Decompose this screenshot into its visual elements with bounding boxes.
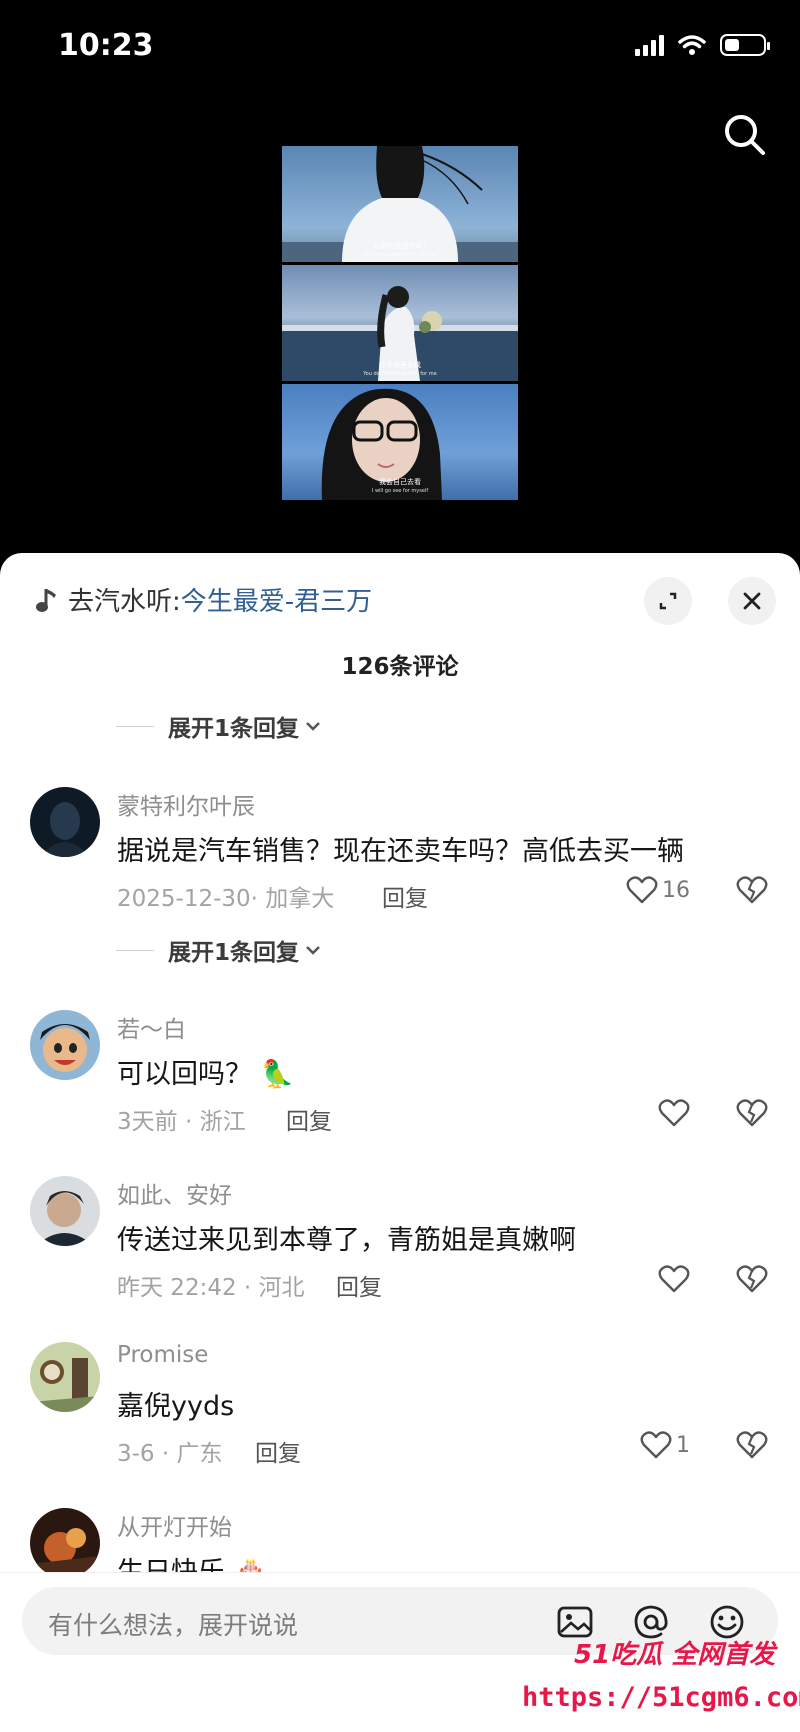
comment-text: 据说是汽车销售？现在还卖车吗？高低去买一辆 [117,836,684,867]
comment-username[interactable]: 蒙特利尔叶辰 [117,787,255,821]
comment-meta: 3-6 · 广东 [117,1441,223,1467]
broken-heart-icon [736,876,768,904]
broken-heart-icon [736,1099,768,1127]
subtitle-3: 我会自己去看 I will go see for myself [371,478,429,494]
expand-replies-button[interactable]: 展开1条回复 [116,709,321,743]
like-button[interactable]: 16 [626,875,690,905]
heart-icon [626,876,658,904]
comment-count: 126条评论 [341,654,459,680]
heart-icon [658,1265,690,1293]
comment-text: 传送过来见到本尊了，青筋姐是真嫩啊 [117,1225,576,1256]
subtitle-1: 以前的我是什么? What's become of the old me? [361,242,439,258]
status-time: 10:23 [58,28,154,63]
heart-icon [640,1431,672,1459]
video-frame-2: 你不用再去找 You don't have to look for me [282,265,518,381]
comment-item: 若～白 可以回吗？ 🦜 3天前 · 浙江 回复 [0,1010,800,1170]
status-icons [635,34,770,56]
status-bar: 10:23 [0,0,800,100]
battery-icon [720,34,770,56]
dislike-button[interactable] [736,1098,768,1132]
expand-icon [659,592,677,610]
cellular-signal-icon [635,34,664,56]
music-song[interactable]: 今生最爱-君三万 [181,581,372,618]
comment-item: 如此、安好 传送过来见到本尊了，青筋姐是真嫩啊 昨天 22:42 · 河北 回复 [0,1176,800,1336]
like-count: 16 [662,877,690,903]
subtitle-2: 你不用再去找 You don't have to look for me [363,361,437,377]
broken-heart-icon [736,1431,768,1459]
comment-input-placeholder[interactable]: 有什么想法，展开说说 [48,1606,298,1642]
comment-emoji: 🦜 [260,1059,295,1090]
search-icon [725,115,765,155]
video-player[interactable]: 以前的我是什么? What's become of the old me? 你不用… [282,146,518,500]
comment-item: 蒙特利尔叶辰 据说是汽车销售？现在还卖车吗？高低去买一辆 2025-12-30·… [0,787,800,947]
broken-heart-icon [736,1265,768,1293]
wifi-icon [678,35,706,55]
close-button[interactable] [728,577,776,625]
avatar[interactable] [30,1010,100,1080]
like-button[interactable]: 1 [640,1430,690,1460]
expand-button[interactable] [644,577,692,625]
video-frame-1: 以前的我是什么? What's become of the old me? [282,146,518,262]
like-button[interactable] [658,1098,694,1128]
reply-button[interactable]: 回复 [286,1102,332,1136]
reply-button[interactable]: 回复 [255,1434,301,1468]
chevron-down-icon [306,946,320,955]
comment-username[interactable]: 若～白 [117,1010,186,1044]
dislike-button[interactable] [736,1430,768,1464]
close-icon [743,592,761,610]
dislike-button[interactable] [736,1264,768,1298]
music-link[interactable]: 去汽水听: 今生最爱-君三万 [34,581,372,618]
avatar[interactable] [30,1176,100,1246]
music-prefix: 去汽水听: [68,587,181,617]
comment-text: 嘉倪yyds [117,1391,235,1422]
search-button[interactable] [720,110,770,160]
heart-icon [658,1099,690,1127]
avatar[interactable] [30,787,100,857]
avatar[interactable] [30,1508,100,1578]
like-count: 1 [676,1432,690,1458]
comment-meta: 2025-12-30· 加拿大 [117,886,335,912]
music-note-icon [36,588,56,612]
comment-username[interactable]: Promise [117,1342,208,1368]
dislike-button[interactable] [736,875,768,909]
like-button[interactable] [658,1264,694,1294]
reply-button[interactable]: 回复 [336,1268,382,1302]
comment-meta: 3天前 · 浙江 [117,1109,246,1135]
comments-sheet: 去汽水听: 今生最爱-君三万 126条评论 展开1条回复 蒙特利尔叶辰 据说是汽… [0,553,800,1732]
watermark-logo: 51吃瓜 全网首发 [574,1640,776,1670]
comment-username[interactable]: 如此、安好 [117,1176,232,1210]
avatar[interactable] [30,1342,100,1412]
reply-button[interactable]: 回复 [382,879,428,913]
comment-text: 可以回吗？ 🦜 [117,1059,295,1090]
comment-username[interactable]: 从开灯开始 [117,1508,232,1542]
watermark: 51吃瓜 全网首发 https://51cgm6.com [508,1632,800,1732]
watermark-url: https://51cgm6.com [522,1682,800,1713]
expand-replies-button[interactable]: 展开1条回复 [116,933,321,967]
comment-meta: 昨天 22:42 · 河北 [117,1275,305,1301]
video-frame-3: 我会自己去看 I will go see for myself [282,384,518,500]
comment-item: Promise 嘉倪yyds 3-6 · 广东 回复 1 [0,1342,800,1502]
chevron-down-icon [306,722,320,731]
